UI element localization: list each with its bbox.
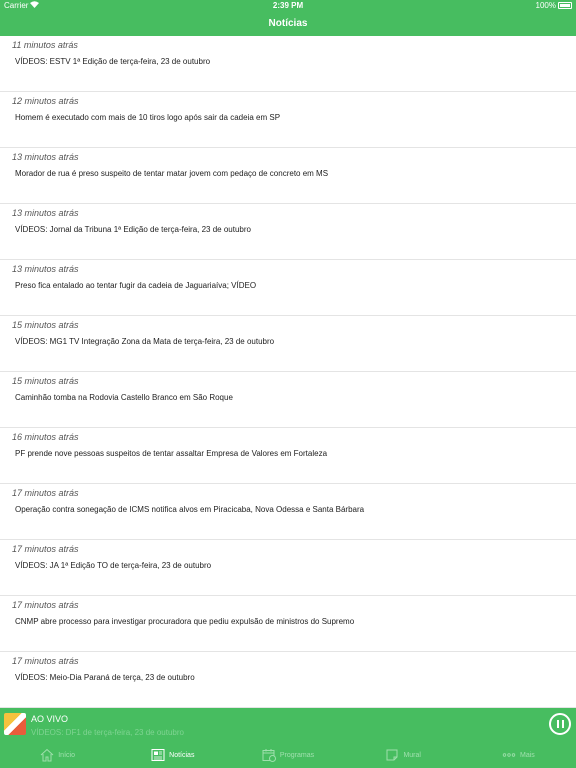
- home-icon: [40, 748, 54, 762]
- live-player-bar[interactable]: AO VIVO VÍDEOS: DF1 de terça-feira, 23 d…: [0, 708, 576, 742]
- tab-programas[interactable]: Programas: [230, 742, 345, 768]
- news-headline[interactable]: Caminhão tomba na Rodovia Castello Branc…: [15, 393, 233, 402]
- more-icon: [502, 748, 516, 762]
- news-time: 13 minutos atrás: [12, 152, 79, 162]
- tab-label: Mural: [403, 751, 421, 759]
- tab-label: Mais: [520, 751, 535, 759]
- news-item[interactable]: 17 minutos atrás VÍDEOS: Meio-Dia Paraná…: [0, 652, 576, 708]
- news-item[interactable]: 11 minutos atrás VÍDEOS: ESTV 1ª Edição …: [0, 36, 576, 92]
- news-headline[interactable]: Preso fica entalado ao tentar fugir da c…: [15, 281, 256, 290]
- live-label: AO VIVO: [31, 714, 69, 724]
- news-time: 15 minutos atrás: [12, 376, 79, 386]
- tab-mais[interactable]: Mais: [461, 742, 576, 768]
- live-subtitle: VÍDEOS: DF1 de terça-feira, 23 de outubr…: [31, 728, 184, 737]
- tab-bar: Início Notícias Programas Mural Mais: [0, 742, 576, 768]
- news-headline[interactable]: PF prende nove pessoas suspeitos de tent…: [15, 449, 327, 458]
- news-time: 17 minutos atrás: [12, 656, 79, 666]
- news-item[interactable]: 15 minutos atrás Caminhão tomba na Rodov…: [0, 372, 576, 428]
- tab-label: Notícias: [169, 751, 195, 759]
- battery-icon: [558, 2, 572, 9]
- news-item[interactable]: 17 minutos atrás VÍDEOS: JA 1ª Edição TO…: [0, 540, 576, 596]
- news-time: 13 minutos atrás: [12, 264, 79, 274]
- news-time: 17 minutos atrás: [12, 488, 79, 498]
- news-time: 17 minutos atrás: [12, 544, 79, 554]
- nav-bar: Notícias: [0, 12, 576, 36]
- news-time: 15 minutos atrás: [12, 320, 79, 330]
- news-item[interactable]: 13 minutos atrás Morador de rua é preso …: [0, 148, 576, 204]
- tab-noticias[interactable]: Notícias: [115, 742, 230, 768]
- battery-percent: 100%: [535, 1, 556, 10]
- news-item[interactable]: 13 minutos atrás Preso fica entalado ao …: [0, 260, 576, 316]
- news-headline[interactable]: Operação contra sonegação de ICMS notifi…: [15, 505, 364, 514]
- news-list[interactable]: 11 minutos atrás VÍDEOS: ESTV 1ª Edição …: [0, 36, 576, 708]
- news-time: 17 minutos atrás: [12, 600, 79, 610]
- news-item[interactable]: 12 minutos atrás Homem é executado com m…: [0, 92, 576, 148]
- news-time: 16 minutos atrás: [12, 432, 79, 442]
- news-headline[interactable]: Homem é executado com mais de 10 tiros l…: [15, 113, 280, 122]
- tab-inicio[interactable]: Início: [0, 742, 115, 768]
- news-icon: [151, 748, 165, 762]
- note-icon: [385, 748, 399, 762]
- pause-button[interactable]: [549, 713, 571, 735]
- status-bar: Carrier 2:39 PM 100%: [0, 0, 576, 12]
- live-thumbnail[interactable]: [4, 713, 26, 735]
- news-headline[interactable]: VÍDEOS: JA 1ª Edição TO de terça-feira, …: [15, 561, 211, 570]
- tab-label: Início: [58, 751, 75, 759]
- news-item[interactable]: 17 minutos atrás Operação contra sonegaç…: [0, 484, 576, 540]
- news-item[interactable]: 17 minutos atrás CNMP abre processo para…: [0, 596, 576, 652]
- news-headline[interactable]: VÍDEOS: Meio-Dia Paraná de terça, 23 de …: [15, 673, 195, 682]
- news-item[interactable]: 15 minutos atrás VÍDEOS: MG1 TV Integraç…: [0, 316, 576, 372]
- news-time: 12 minutos atrás: [12, 96, 79, 106]
- news-headline[interactable]: VÍDEOS: ESTV 1ª Edição de terça-feira, 2…: [15, 57, 210, 66]
- news-headline[interactable]: VÍDEOS: Jornal da Tribuna 1ª Edição de t…: [15, 225, 251, 234]
- clock: 2:39 PM: [272, 1, 304, 10]
- news-headline[interactable]: Morador de rua é preso suspeito de tenta…: [15, 169, 328, 178]
- news-time: 11 minutos atrás: [12, 40, 78, 50]
- page-title: Notícias: [268, 18, 308, 29]
- news-item[interactable]: 13 minutos atrás VÍDEOS: Jornal da Tribu…: [0, 204, 576, 260]
- calendar-icon: [262, 748, 276, 762]
- news-headline[interactable]: VÍDEOS: MG1 TV Integração Zona da Mata d…: [15, 337, 274, 346]
- tab-label: Programas: [279, 751, 315, 759]
- news-item[interactable]: 16 minutos atrás PF prende nove pessoas …: [0, 428, 576, 484]
- news-time: 13 minutos atrás: [12, 208, 79, 218]
- tab-mural[interactable]: Mural: [346, 742, 461, 768]
- news-headline[interactable]: CNMP abre processo para investigar procu…: [15, 617, 354, 626]
